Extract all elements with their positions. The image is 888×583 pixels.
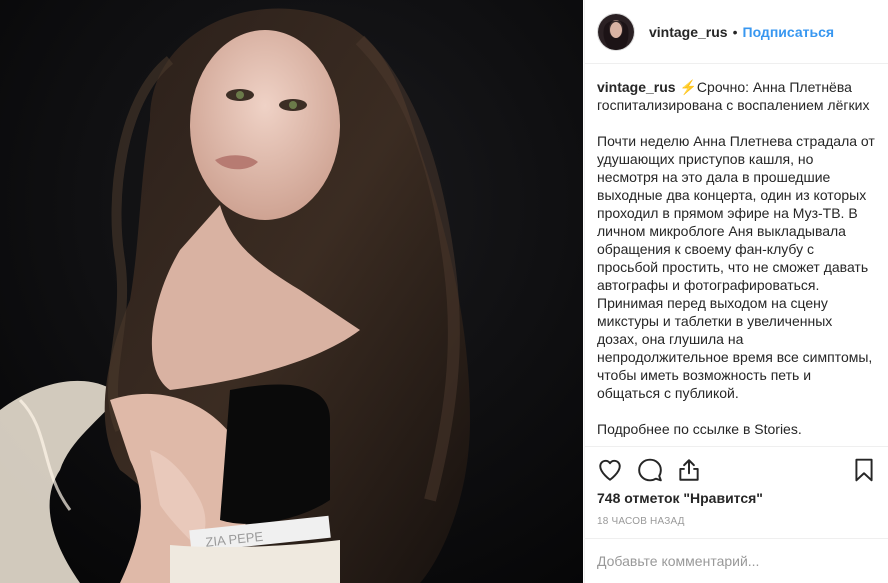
comment-input[interactable] (597, 551, 877, 571)
woman-portrait-image: ZIA PEPE (0, 0, 583, 583)
post-header: vintage_rus • Подписаться (585, 0, 888, 64)
post-timestamp: 18 часов назад (597, 516, 685, 527)
action-bar (585, 446, 888, 490)
username-link[interactable]: vintage_rus (649, 24, 728, 40)
likes-count[interactable]: 748 отметок "Нравится" (597, 490, 763, 506)
bookmark-icon[interactable] (851, 457, 877, 483)
avatar[interactable] (597, 12, 635, 51)
caption-username-link[interactable]: vintage_rus (597, 79, 676, 95)
caption-footer: Подробнее по ссылке в Stories. (597, 421, 802, 437)
heart-icon[interactable] (597, 457, 623, 483)
avatar-image (598, 13, 634, 50)
comment-bubble-icon[interactable] (637, 457, 663, 483)
share-icon[interactable] (676, 457, 702, 483)
separator-dot: • (732, 23, 738, 40)
post-photo[interactable]: ZIA PEPE (0, 0, 583, 583)
post-side-panel: vintage_rus • Подписаться vintage_rus ⚡С… (584, 0, 888, 583)
post-caption: vintage_rus ⚡Срочно: Анна Плетнёва госпи… (585, 64, 888, 438)
caption-body: Почти неделю Анна Плетнева страдала от у… (597, 133, 875, 401)
comment-bar (585, 538, 888, 583)
follow-button[interactable]: Подписаться (743, 24, 835, 40)
